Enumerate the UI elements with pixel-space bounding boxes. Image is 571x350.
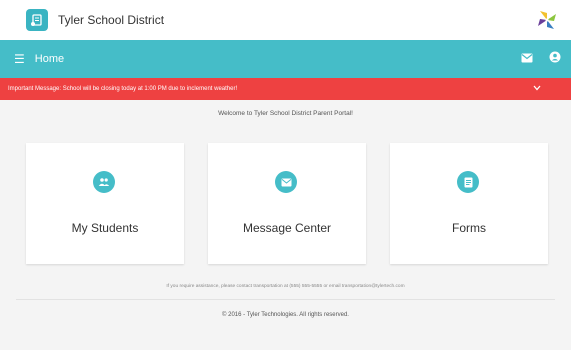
- forms-card[interactable]: Forms: [390, 143, 548, 264]
- card-label-forms: Forms: [452, 221, 486, 235]
- envelope-icon: [275, 171, 297, 193]
- footer-divider: [16, 299, 555, 300]
- my-students-card[interactable]: My Students: [26, 143, 184, 264]
- tyler-pinwheel-logo-icon: [535, 8, 559, 32]
- alert-message: Important Message: School will be closin…: [8, 86, 238, 92]
- user-account-icon[interactable]: [549, 50, 561, 68]
- mail-icon[interactable]: [521, 50, 533, 68]
- district-logo-icon[interactable]: [26, 9, 48, 31]
- chevron-down-icon[interactable]: [533, 85, 541, 93]
- copyright-text: © 2016 - Tyler Technologies. All rights …: [222, 312, 349, 318]
- top-header: Tyler School District: [0, 0, 571, 40]
- people-icon: [93, 171, 115, 193]
- navigation-bar: ☰ Home: [0, 40, 571, 78]
- welcome-message: Welcome to Tyler School District Parent …: [218, 110, 353, 117]
- card-label-my-students: My Students: [71, 221, 139, 235]
- form-icon: [457, 171, 479, 193]
- assistance-text: If you require assistance, please contac…: [166, 284, 405, 289]
- card-label-message-center: Message Center: [242, 221, 332, 235]
- nav-actions: [521, 50, 561, 68]
- district-name[interactable]: Tyler School District: [58, 13, 164, 27]
- important-message-banner[interactable]: Important Message: School will be closin…: [0, 78, 571, 100]
- message-center-card[interactable]: Message Center: [208, 143, 366, 264]
- hamburger-menu-icon[interactable]: ☰: [14, 52, 25, 66]
- page-title: Home: [34, 53, 65, 65]
